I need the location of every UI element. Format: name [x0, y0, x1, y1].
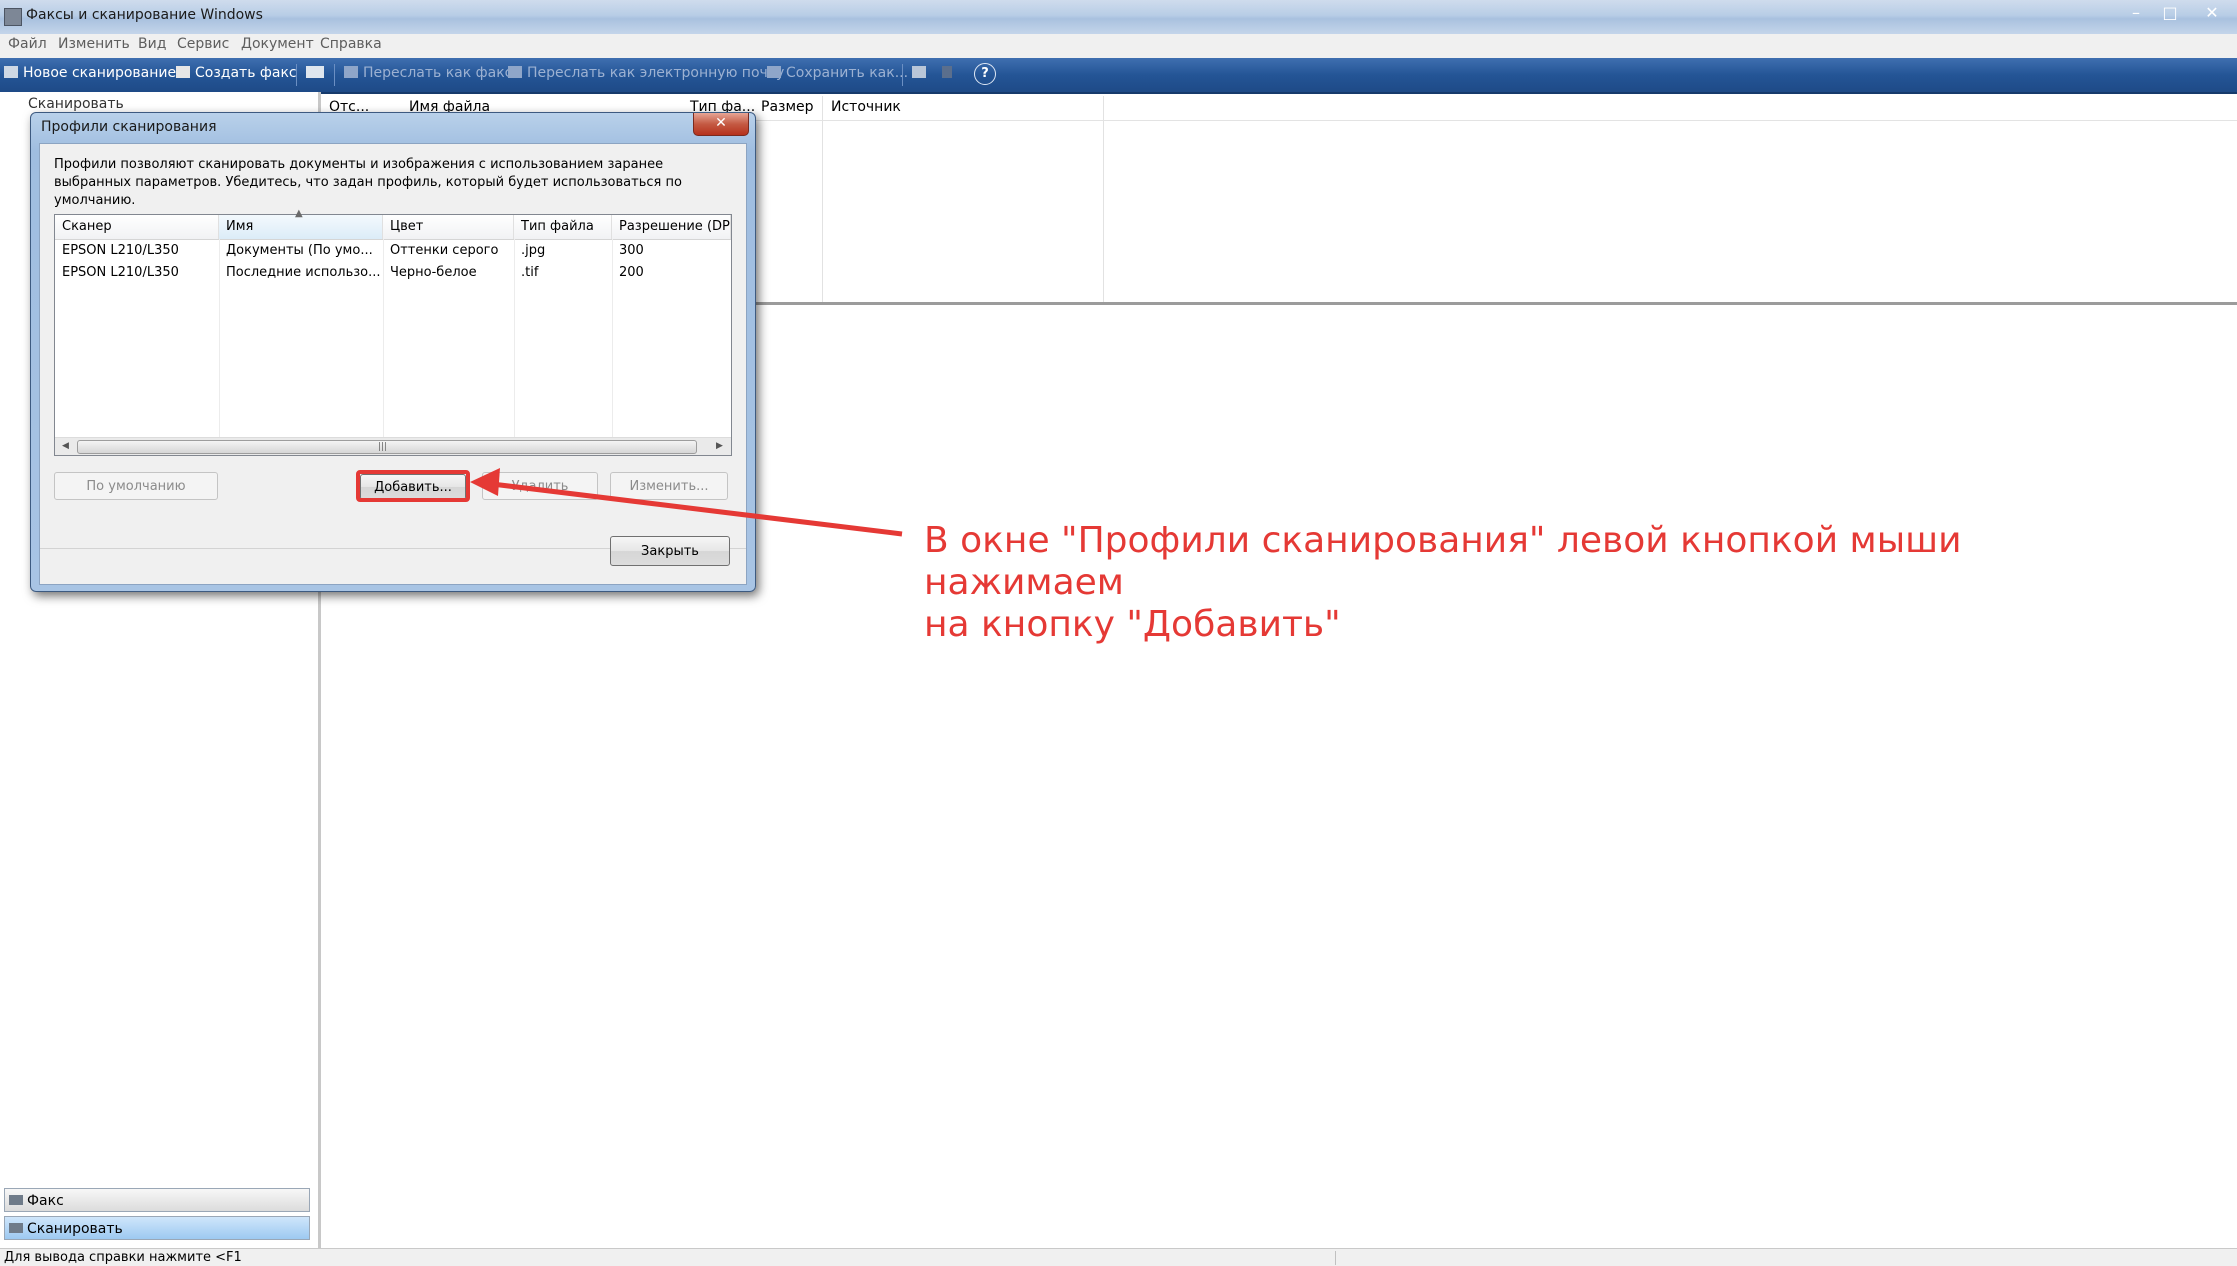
fax-icon	[9, 1195, 23, 1205]
menu-view[interactable]: Вид	[138, 36, 166, 52]
scanner-icon	[9, 1223, 23, 1233]
add-button-highlight	[356, 470, 470, 502]
annotation-line-2: на кнопку "Добавить"	[924, 604, 1341, 645]
cell-name: Последние использо...	[226, 265, 381, 280]
tree-root-scan[interactable]: Сканировать	[28, 96, 124, 112]
create-fax-button[interactable]: Создать факс	[176, 65, 297, 81]
dialog-title: Профили сканирования	[41, 119, 217, 135]
col-resolution[interactable]: Разрешение (DPI)	[612, 215, 731, 239]
cell-color: Черно-белое	[390, 265, 477, 280]
horizontal-scrollbar[interactable]: ◀ ||| ▶	[55, 437, 731, 455]
new-scan-label: Новое сканирование	[23, 65, 177, 81]
menu-file[interactable]: Файл	[8, 36, 47, 52]
col-scanner[interactable]: Сканер	[55, 215, 219, 239]
cell-filetype: .jpg	[521, 243, 546, 258]
column-size[interactable]: Размер	[761, 99, 814, 115]
window-title: Факсы и сканирование Windows	[26, 7, 263, 23]
cell-scanner: EPSON L210/L350	[62, 243, 179, 258]
profile-row[interactable]: EPSON L210/L350 Последние использо... Че…	[55, 263, 731, 285]
forward-as-email-label: Переслать как электронную почту	[527, 65, 785, 81]
scan-profiles-dialog: Профили сканирования ✕ Профили позволяют…	[30, 112, 756, 592]
delete-toolbar-button[interactable]	[942, 65, 957, 81]
scanner-icon	[4, 66, 18, 78]
nav-scan[interactable]: Сканировать	[4, 1216, 310, 1240]
fax-icon	[176, 66, 190, 78]
edit-profile-button[interactable]: Изменить...	[610, 472, 728, 500]
col-filetype[interactable]: Тип файла	[514, 215, 612, 239]
save-icon	[767, 66, 781, 78]
forward-as-fax-label: Переслать как факс	[363, 65, 513, 81]
toolbar: Новое сканирование Создать факс Переслат…	[0, 58, 2237, 94]
column-divider	[822, 96, 823, 302]
maximize-button[interactable]: □	[2150, 2, 2190, 24]
dialog-close-button[interactable]: ✕	[693, 113, 749, 136]
save-as-button[interactable]: Сохранить как...	[767, 65, 908, 81]
close-dialog-button[interactable]: Закрыть	[610, 536, 730, 566]
create-fax-label: Создать факс	[195, 65, 297, 81]
help-icon[interactable]: ?	[974, 63, 996, 85]
nav-scan-label: Сканировать	[27, 1221, 123, 1237]
annotation-text: В окне "Профили сканирования" левой кноп…	[924, 520, 2124, 646]
forward-as-email-button[interactable]: Переслать как электронную почту	[508, 65, 784, 81]
email-icon	[508, 66, 522, 78]
nav-fax-label: Факс	[27, 1193, 64, 1209]
menu-edit[interactable]: Изменить	[58, 36, 130, 52]
printer-icon	[912, 66, 926, 78]
grip-icon: |||	[378, 442, 388, 452]
menu-service[interactable]: Сервис	[177, 36, 229, 52]
cell-color: Оттенки серого	[390, 243, 499, 258]
fax-scan-app-icon	[4, 8, 22, 26]
menu-document[interactable]: Документ	[241, 36, 314, 52]
col-color[interactable]: Цвет	[383, 215, 514, 239]
new-scan-button[interactable]: Новое сканирование	[4, 65, 176, 81]
close-window-button[interactable]: ✕	[2190, 2, 2234, 24]
scrollbar-thumb[interactable]: |||	[77, 440, 697, 454]
statusbar: Для вывода справки нажмите <F1	[0, 1248, 2237, 1266]
reply-button[interactable]	[306, 65, 329, 81]
scroll-left-icon[interactable]: ◀	[57, 439, 74, 454]
document-icon	[306, 66, 324, 78]
profile-row[interactable]: EPSON L210/L350 Документы (По умо... Отт…	[55, 241, 731, 263]
toolbar-separator	[902, 64, 903, 86]
delete-icon	[942, 66, 952, 78]
column-divider	[1103, 96, 1104, 302]
cell-filetype: .tif	[521, 265, 539, 280]
delete-profile-button[interactable]: Удалить	[482, 472, 598, 500]
window-titlebar: Факсы и сканирование Windows – □ ✕	[0, 0, 2237, 35]
column-source[interactable]: Источник	[831, 99, 901, 115]
status-text: Для вывода справки нажмите <F1	[4, 1250, 242, 1265]
print-button[interactable]	[912, 65, 931, 81]
scroll-right-icon[interactable]: ▶	[711, 439, 728, 454]
sort-ascending-icon: ▲	[295, 208, 303, 219]
cell-scanner: EPSON L210/L350	[62, 265, 179, 280]
status-divider	[1335, 1251, 1336, 1265]
cell-resolution: 200	[619, 265, 644, 280]
menubar: Файл Изменить Вид Сервис Документ Справк…	[0, 34, 2237, 58]
forward-as-fax-button[interactable]: Переслать как факс	[344, 65, 512, 81]
forward-fax-icon	[344, 66, 358, 78]
profiles-list[interactable]: Сканер Имя Цвет Тип файла Разрешение (DP…	[54, 208, 732, 456]
profiles-list-header: Сканер Имя Цвет Тип файла Разрешение (DP…	[55, 215, 731, 240]
nav-fax[interactable]: Факс	[4, 1188, 310, 1212]
menu-help[interactable]: Справка	[320, 36, 382, 52]
set-default-button[interactable]: По умолчанию	[54, 472, 218, 500]
cell-name: Документы (По умо...	[226, 243, 373, 258]
dialog-description: Профили позволяют сканировать документы …	[54, 157, 682, 208]
annotation-line-1: В окне "Профили сканирования" левой кноп…	[924, 520, 1962, 603]
cell-resolution: 300	[619, 243, 644, 258]
dialog-body: Профили позволяют сканировать документы …	[39, 143, 747, 585]
toolbar-separator	[296, 64, 297, 86]
save-as-label: Сохранить как...	[786, 65, 909, 81]
toolbar-separator	[334, 64, 335, 86]
